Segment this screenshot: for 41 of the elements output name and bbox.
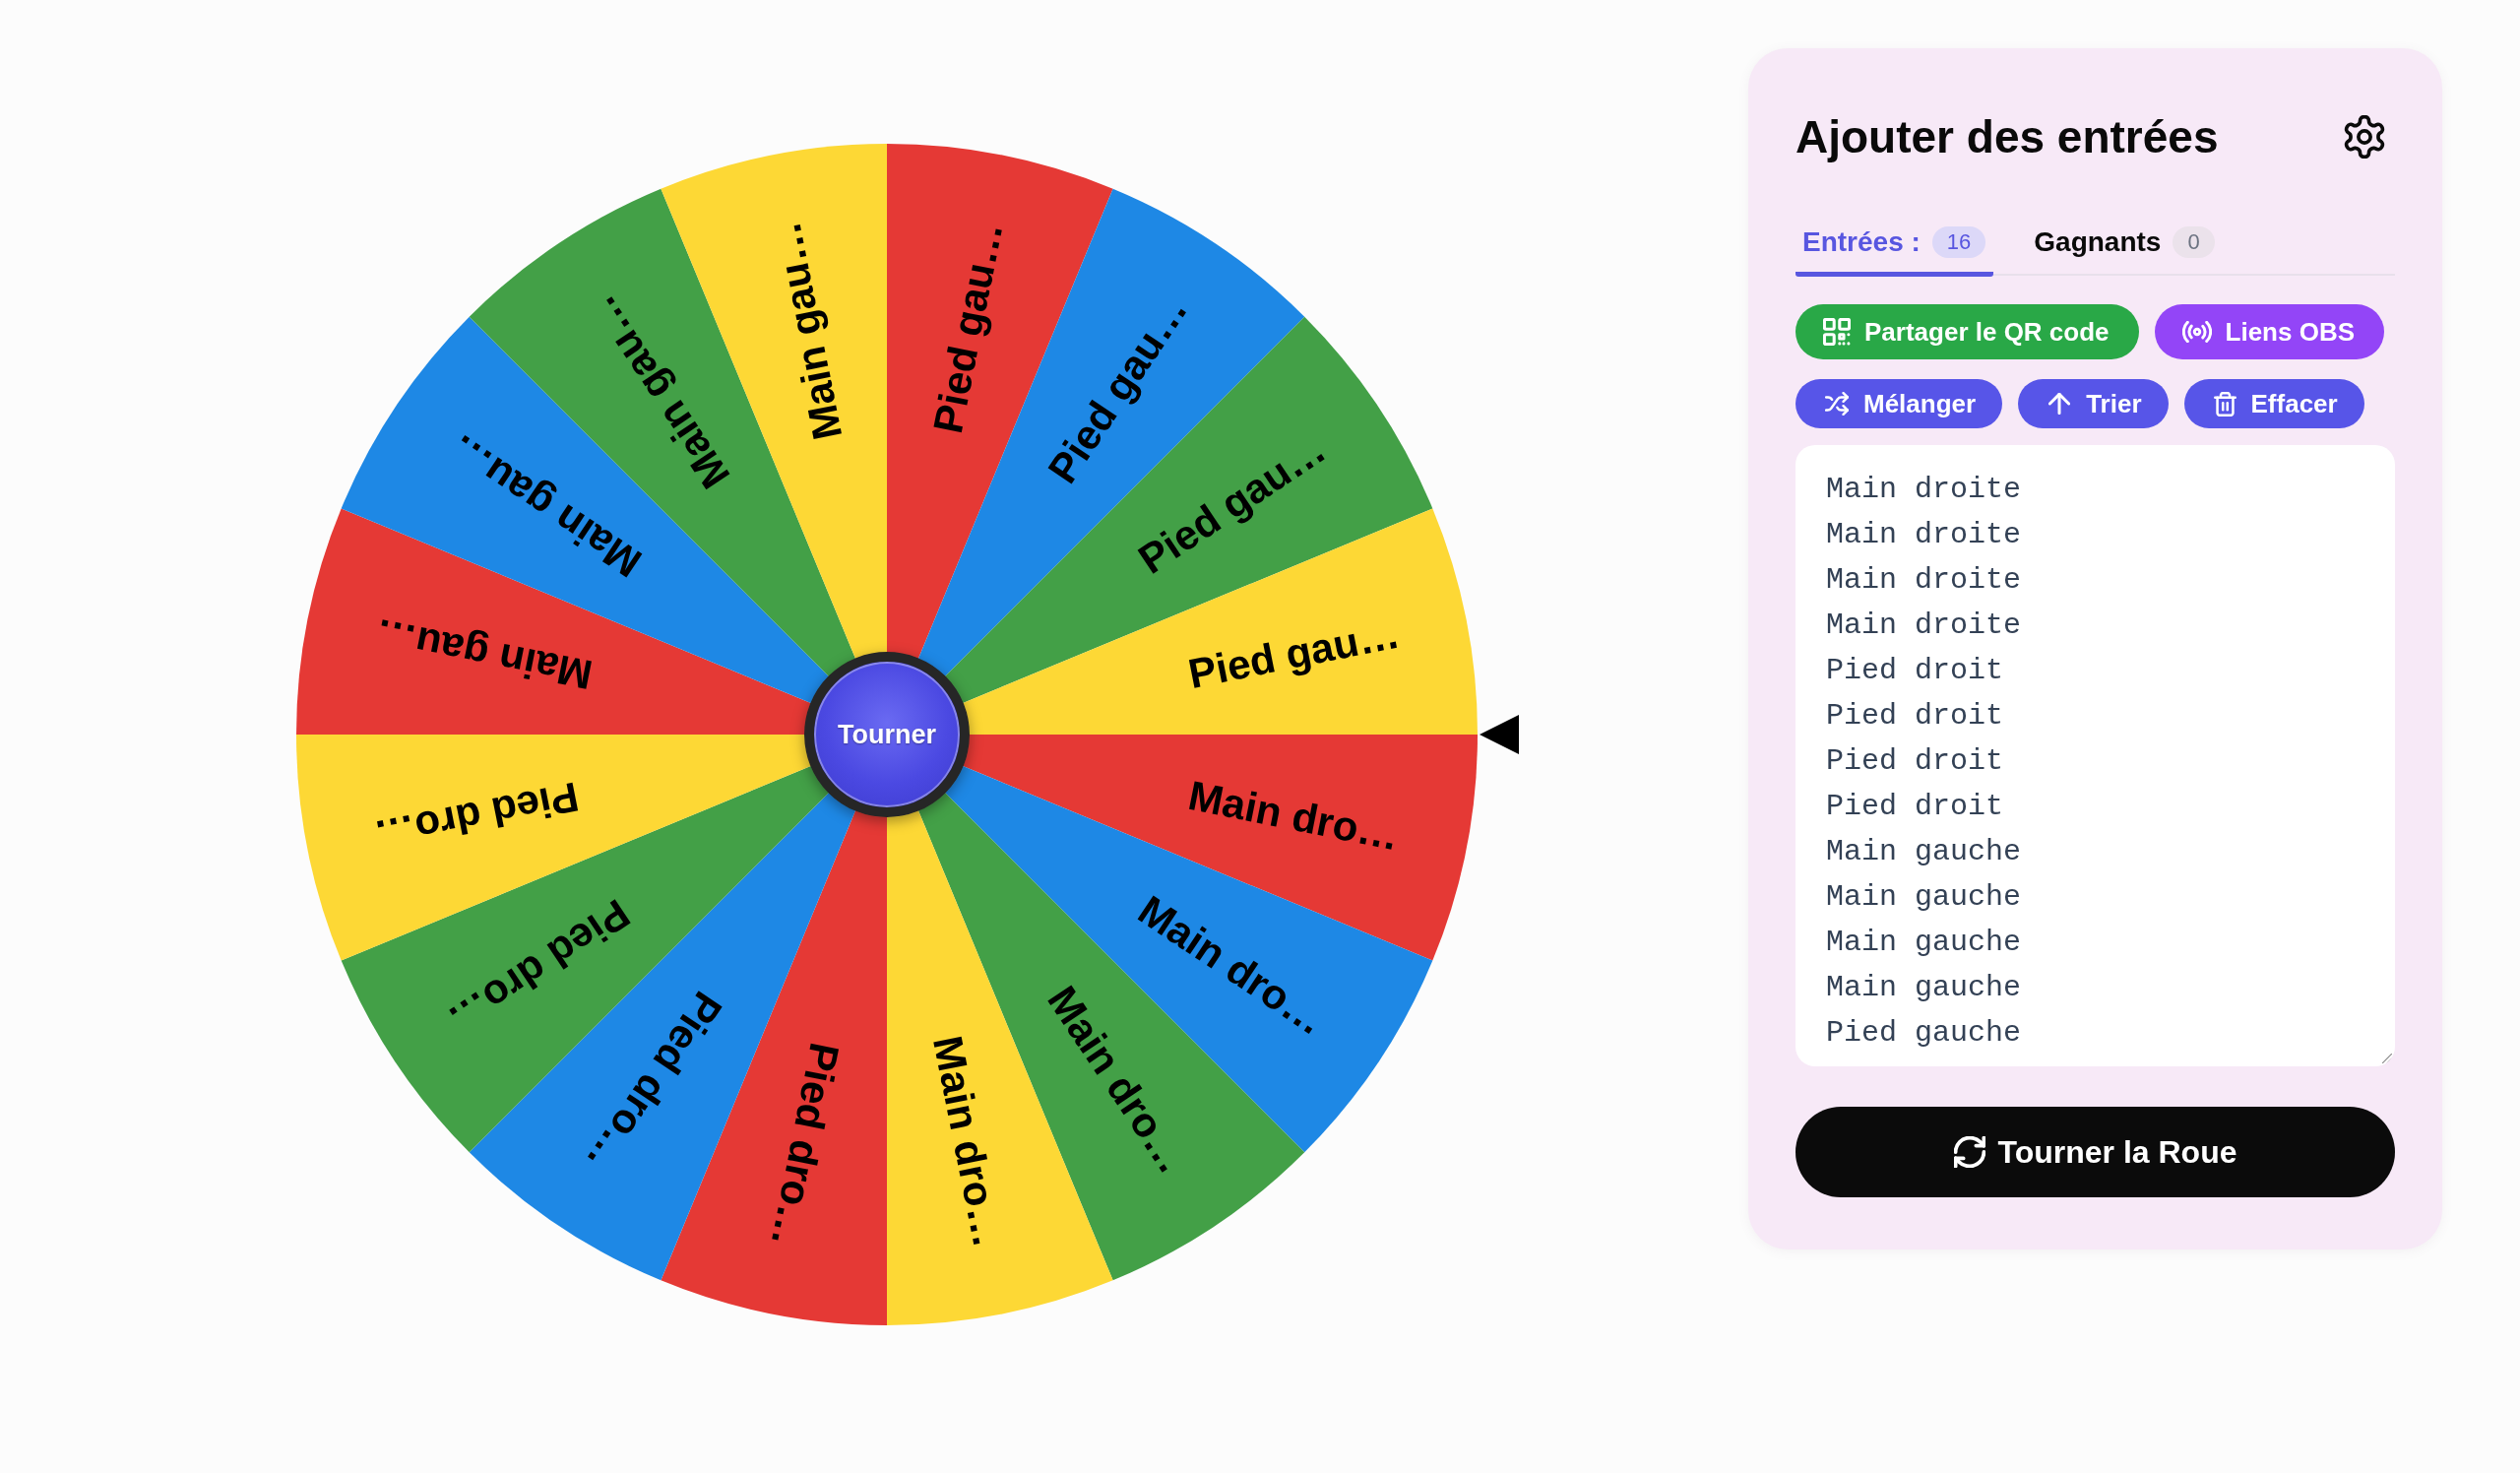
entry-line: Pied gauche: [1826, 1015, 2022, 1052]
entry-line: Pied droit: [1826, 743, 2004, 780]
refresh-icon: [1953, 1136, 1985, 1168]
entry-line: Main gauche: [1826, 879, 2022, 916]
tab[interactable]: Entrées : 16: [1796, 223, 1994, 277]
entry-line: Pied droit: [1826, 653, 2004, 689]
wheel-pointer-icon: [1480, 715, 1519, 754]
count-badge: 16: [1931, 226, 1986, 258]
entry-line: Pied droit: [1826, 698, 2004, 735]
share-qr-button[interactable]: Partager le QR code: [1796, 304, 2139, 359]
entry-line: Pied droit: [1826, 789, 2004, 825]
wheel-segment-label: Pied gau…: [1184, 609, 1404, 697]
wheel-segment-label: Pied gau…: [924, 218, 1012, 437]
qr-code-icon: [1823, 318, 1851, 346]
sort-button[interactable]: Trier: [2018, 379, 2169, 428]
wheel-segment-label: Pied dro…: [762, 1039, 849, 1251]
broadcast-icon: [2181, 321, 2212, 343]
settings-icon[interactable]: [2343, 115, 2386, 159]
tab[interactable]: Gagnants 0: [2027, 223, 2223, 277]
spin-wheel-button[interactable]: Tourner la Roue: [1796, 1107, 2395, 1197]
wheel-segment-label: Main gau…: [370, 609, 597, 699]
resize-handle-icon[interactable]: [2382, 1054, 2392, 1063]
entry-line: Main droite: [1826, 472, 2022, 508]
obs-links-button[interactable]: Liens OBS: [2154, 304, 2385, 359]
shuffle-icon: [1825, 392, 1849, 416]
trash-icon: [2213, 391, 2236, 416]
entry-line: Main gauche: [1826, 834, 2022, 870]
count-badge: 0: [2173, 226, 2215, 258]
wheel-segment-label: Main dro…: [924, 1032, 1012, 1251]
entry-line: Main droite: [1826, 608, 2022, 644]
wheel-segment-label: Main dro…: [1184, 772, 1404, 860]
entry-line: Main droite: [1826, 517, 2022, 553]
wheel-segment-label: Pied dro…: [370, 773, 583, 860]
entry-line: Main droite: [1826, 562, 2022, 599]
entry-line: Main gauche: [1826, 925, 2022, 961]
shuffle-button[interactable]: Mélanger: [1796, 379, 2003, 428]
entry-line: Main gauche: [1826, 970, 2022, 1006]
wheel-segment-label: Main gau…: [762, 218, 851, 444]
clear-button[interactable]: Effacer: [2183, 379, 2364, 428]
entries-textarea[interactable]: Main droite Main droite Main droite Main droite Pied droit Pied droit Pied droit Pied droit Main gauche Main gauche Main gauche Main gauche Pied gauche: [1796, 445, 2395, 1066]
panel-title: Ajouter des entrées: [1796, 110, 2219, 164]
